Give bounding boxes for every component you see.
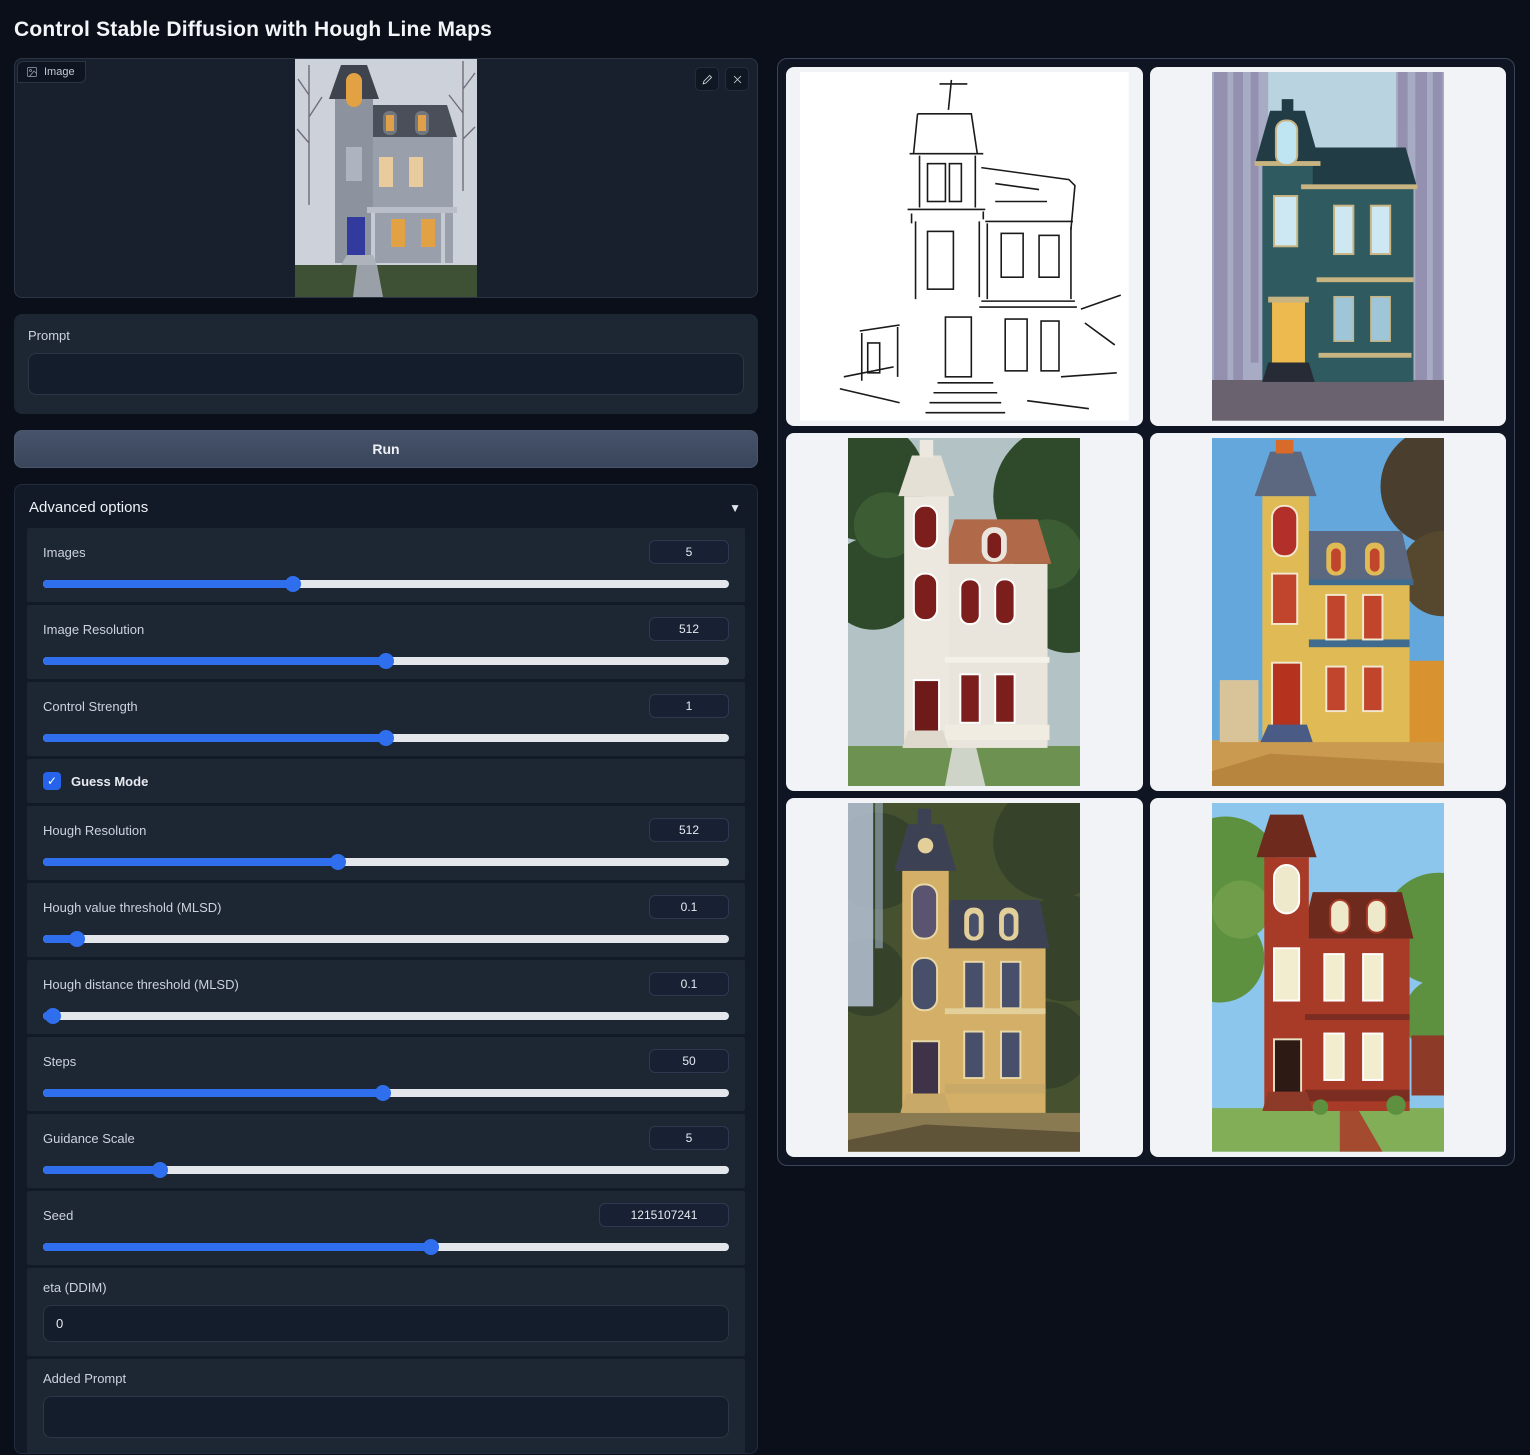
slider-hough-value-threshold: Hough value threshold (MLSD) (27, 883, 745, 957)
slider-label: Control Strength (43, 699, 138, 714)
added-prompt-label: Added Prompt (43, 1371, 729, 1386)
prompt-label: Prompt (28, 328, 744, 343)
slider-thumb[interactable] (423, 1239, 439, 1255)
slider-label: Steps (43, 1054, 76, 1069)
slider-value-input[interactable] (649, 617, 729, 641)
slider-value-input[interactable] (649, 895, 729, 919)
chevron-down-icon: ▼ (729, 501, 741, 515)
slider-hough-resolution: Hough Resolution (27, 806, 745, 880)
controls-column: Image (14, 58, 758, 1454)
white-victorian-image (848, 438, 1080, 787)
slider-thumb[interactable] (69, 931, 85, 947)
slider-thumb[interactable] (285, 576, 301, 592)
advanced-options-title: Advanced options (29, 499, 148, 516)
slider-seed: Seed (27, 1191, 745, 1265)
gallery-item-red-brick-victorian[interactable] (1150, 798, 1507, 1157)
output-gallery (777, 58, 1515, 1166)
run-button[interactable]: Run (14, 430, 758, 468)
slider-track[interactable] (43, 935, 729, 943)
slider-thumb[interactable] (45, 1008, 61, 1024)
slider-track[interactable] (43, 580, 729, 588)
image-dropzone[interactable]: Image (14, 58, 758, 298)
slider-value-input[interactable] (649, 540, 729, 564)
gallery-item-yellow-victorian[interactable] (1150, 433, 1507, 792)
slider-value-input[interactable] (649, 818, 729, 842)
slider-track[interactable] (43, 1012, 729, 1020)
slider-images: Images (27, 528, 745, 602)
teal-victorian-image (1212, 72, 1444, 421)
slider-label: Hough Resolution (43, 823, 146, 838)
gallery-item-white-victorian[interactable] (786, 433, 1143, 792)
guess-mode-row: ✓ Guess Mode (27, 759, 745, 803)
slider-track[interactable] (43, 734, 729, 742)
slider-label: Images (43, 545, 86, 560)
slider-thumb[interactable] (152, 1162, 168, 1178)
prompt-input[interactable] (28, 353, 744, 395)
slider-label: Seed (43, 1208, 73, 1223)
slider-hough-distance-threshold: Hough distance threshold (MLSD) (27, 960, 745, 1034)
guess-mode-checkbox[interactable]: ✓ (43, 772, 61, 790)
hough-line-map-image (800, 72, 1129, 421)
slider-image-resolution: Image Resolution (27, 605, 745, 679)
added-prompt-field: Added Prompt (27, 1359, 745, 1454)
slider-label: Hough value threshold (MLSD) (43, 900, 221, 915)
slider-label: Image Resolution (43, 622, 144, 637)
eta-input[interactable] (43, 1305, 729, 1342)
slider-thumb[interactable] (330, 854, 346, 870)
eta-label: eta (DDIM) (43, 1280, 729, 1295)
close-icon (731, 73, 744, 86)
slider-value-input[interactable] (649, 972, 729, 996)
gallery-item-golden-victorian[interactable] (786, 798, 1143, 1157)
app-root: Control Stable Diffusion with Hough Line… (0, 0, 1530, 1454)
prompt-panel: Prompt (14, 314, 758, 414)
image-input-badge: Image (17, 61, 86, 83)
slider-track[interactable] (43, 1243, 729, 1251)
slider-value-input[interactable] (599, 1203, 729, 1227)
image-input-label: Image (44, 66, 75, 78)
uploaded-image-victorian-house (295, 59, 477, 297)
slider-track[interactable] (43, 657, 729, 665)
slider-track[interactable] (43, 1166, 729, 1174)
slider-label: Hough distance threshold (MLSD) (43, 977, 239, 992)
advanced-options-header[interactable]: Advanced options ▼ (17, 485, 755, 528)
slider-control-strength: Control Strength (27, 682, 745, 756)
slider-thumb[interactable] (378, 653, 394, 669)
slider-thumb[interactable] (375, 1085, 391, 1101)
added-prompt-input[interactable] (43, 1396, 729, 1438)
slider-value-input[interactable] (649, 1049, 729, 1073)
slider-value-input[interactable] (649, 1126, 729, 1150)
yellow-victorian-image (1212, 438, 1444, 787)
slider-guidance-scale: Guidance Scale (27, 1114, 745, 1188)
advanced-options-panel: Advanced options ▼ Images (14, 484, 758, 1454)
eta-field: eta (DDIM) (27, 1268, 745, 1356)
gallery-item-teal-victorian[interactable] (1150, 67, 1507, 426)
slider-steps: Steps (27, 1037, 745, 1111)
page-title: Control Stable Diffusion with Hough Line… (14, 18, 1516, 42)
slider-label: Guidance Scale (43, 1131, 135, 1146)
slider-thumb[interactable] (378, 730, 394, 746)
clear-image-button[interactable] (725, 67, 749, 91)
guess-mode-label: Guess Mode (71, 774, 148, 789)
red-brick-victorian-image (1212, 803, 1444, 1152)
slider-track[interactable] (43, 858, 729, 866)
pencil-icon (701, 73, 714, 86)
gallery-item-hough-line-map[interactable] (786, 67, 1143, 426)
slider-track[interactable] (43, 1089, 729, 1097)
image-icon (26, 66, 38, 78)
edit-image-button[interactable] (695, 67, 719, 91)
slider-value-input[interactable] (649, 694, 729, 718)
golden-victorian-image (848, 803, 1080, 1152)
